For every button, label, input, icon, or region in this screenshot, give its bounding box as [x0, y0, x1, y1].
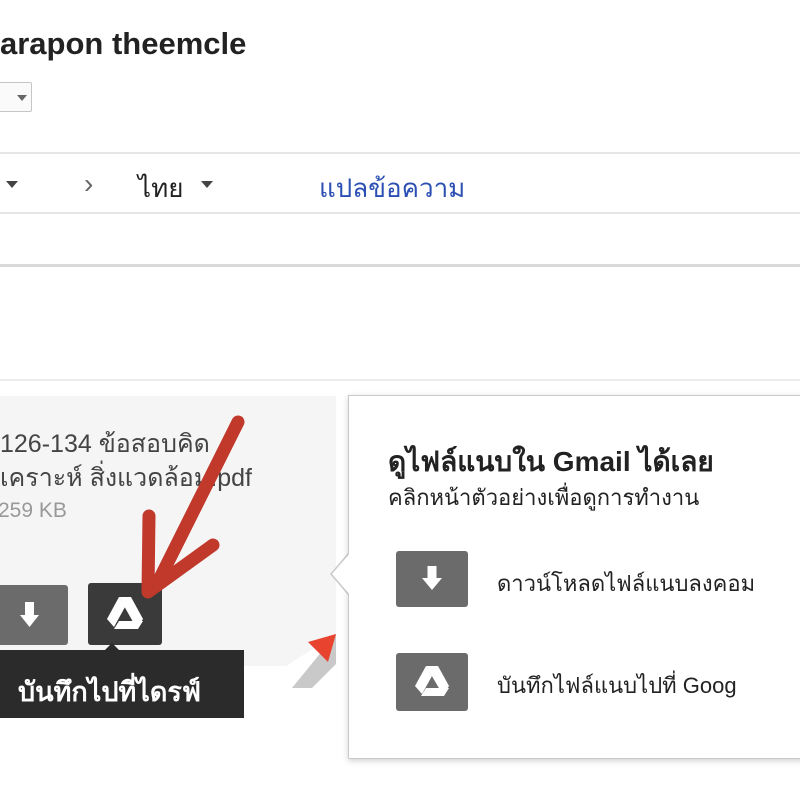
- chevron-right-icon: ›: [84, 168, 94, 199]
- caret-down-icon[interactable]: [201, 181, 213, 188]
- download-icon: [422, 566, 442, 590]
- download-icon: [20, 602, 39, 627]
- drive-icon: [415, 666, 449, 696]
- promo-subtitle: คลิกหน้าตัวอย่างเพื่อดูการทำงาน: [388, 485, 700, 510]
- source-language-caret-icon[interactable]: [6, 181, 18, 188]
- promo-pointer: [332, 553, 350, 595]
- promo-download-icon-tile: [396, 551, 468, 607]
- promo-download-text: ดาวน์โหลดไฟล์แนบลงคอม: [497, 571, 756, 596]
- divider: [0, 264, 800, 267]
- attachment-size: 259 KB: [0, 499, 67, 522]
- details-dropdown-button[interactable]: [0, 82, 32, 112]
- page-fold-corner: [252, 634, 336, 688]
- caret-down-icon: [17, 95, 27, 101]
- tooltip-text: บันทึกไปที่ไดรฟ์: [18, 677, 201, 707]
- promo-title: ดูไฟล์แนบใน Gmail ได้เลย: [388, 446, 714, 477]
- attachment-filename-line2: เคราะห์ สิ่งแวดล้อม.pdf: [0, 464, 252, 492]
- promo-drive-text: บันทึกไฟล์แนบไปที่ Goog: [497, 673, 737, 698]
- promo-drive-icon-tile: [396, 653, 468, 711]
- save-to-drive-button[interactable]: [88, 583, 162, 645]
- drive-icon: [107, 597, 143, 629]
- sender-name[interactable]: arapon theemcle: [0, 26, 246, 62]
- translate-message-link[interactable]: แปลข้อความ: [319, 168, 465, 209]
- divider: [0, 379, 800, 381]
- target-language-select[interactable]: ไทย: [138, 168, 183, 209]
- download-button[interactable]: [0, 585, 68, 645]
